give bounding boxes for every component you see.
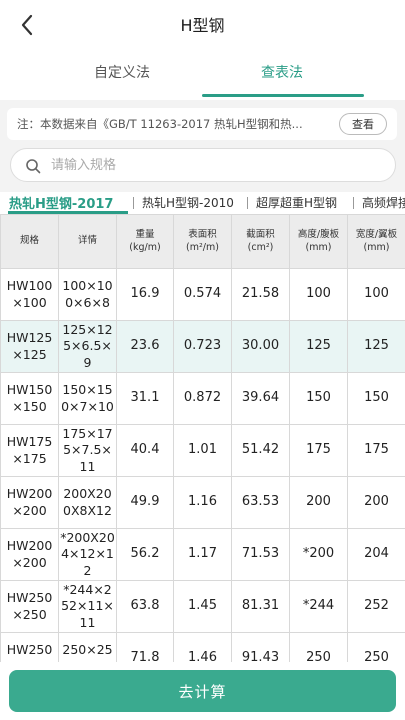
tab-divider [133, 197, 134, 209]
cell-width: 200 [347, 476, 405, 529]
cell-section: 91.43 [231, 632, 290, 662]
type-tab-2010[interactable]: 热轧H型钢-2010 [142, 194, 234, 211]
cell-section: 81.31 [231, 580, 290, 633]
cell-detail: 200X200X8X12 [58, 476, 117, 529]
cell-width: 252 [347, 580, 405, 633]
cell-height: *244 [289, 580, 348, 633]
cell-spec: HW200×200 [0, 476, 59, 529]
cell-surface: 0.723 [173, 320, 232, 373]
cell-weight: 40.4 [116, 424, 174, 477]
table-row[interactable]: HW100×100 100×100×6×8 16.9 0.574 21.58 1… [0, 268, 405, 321]
cell-spec: HW200×200 [0, 528, 59, 581]
cell-height: 150 [289, 372, 348, 425]
tab-divider [247, 197, 248, 209]
header: H型钢 [0, 0, 405, 50]
cell-detail: 125×125×6.5×9 [58, 320, 117, 373]
col-header-detail: 详情 [58, 214, 117, 269]
cell-weight: 71.8 [116, 632, 174, 662]
cell-width: 175 [347, 424, 405, 477]
spec-table-container[interactable]: 规格 详情 重量 (kg/m) 表面积 (m²/m) 截面积 (cm²) 高度/… [0, 214, 405, 662]
cell-spec: HW125×125 [0, 320, 59, 373]
cell-surface: 0.574 [173, 268, 232, 321]
search-input[interactable] [51, 149, 371, 181]
calculate-button[interactable]: 去计算 [9, 670, 396, 712]
cell-section: 51.42 [231, 424, 290, 477]
cell-weight: 49.9 [116, 476, 174, 529]
col-header-section: 截面积 (cm²) [231, 214, 290, 269]
tab-divider [353, 197, 354, 209]
cell-spec: HW150×150 [0, 372, 59, 425]
table-row[interactable]: HW200×200 *200X204×12×12 56.2 1.17 71.53… [0, 528, 405, 581]
cell-width: 150 [347, 372, 405, 425]
cell-section: 63.53 [231, 476, 290, 529]
search-bar[interactable] [10, 148, 396, 182]
cell-detail: 150×150×7×10 [58, 372, 117, 425]
cell-height: 100 [289, 268, 348, 321]
spec-table: 规格 详情 重量 (kg/m) 表面积 (m²/m) 截面积 (cm²) 高度/… [0, 214, 405, 662]
cell-detail: 100×100×6×8 [58, 268, 117, 321]
cell-height: 175 [289, 424, 348, 477]
cell-spec: HW100×100 [0, 268, 59, 321]
tab-custom[interactable]: 自定义法 [42, 62, 202, 82]
cell-detail: *244×252×11×11 [58, 580, 117, 633]
cell-section: 21.58 [231, 268, 290, 321]
cell-section: 30.00 [231, 320, 290, 373]
cell-width: 125 [347, 320, 405, 373]
table-header-row: 规格 详情 重量 (kg/m) 表面积 (m²/m) 截面积 (cm²) 高度/… [0, 214, 405, 269]
table-row[interactable]: HW250×250 *244×252×11×11 63.8 1.45 81.31… [0, 580, 405, 633]
cell-height: 125 [289, 320, 348, 373]
view-button[interactable]: 查看 [339, 113, 387, 135]
cell-detail: 175×175×7.5×11 [58, 424, 117, 477]
table-row[interactable]: HW200×200 200X200X8X12 49.9 1.16 63.53 2… [0, 476, 405, 529]
cell-width: 204 [347, 528, 405, 581]
cell-height: *200 [289, 528, 348, 581]
cell-surface: 1.01 [173, 424, 232, 477]
method-tabs: 自定义法 查表法 [0, 56, 405, 100]
cell-width: 100 [347, 268, 405, 321]
col-header-spec: 规格 [0, 214, 59, 269]
cell-detail: 250×250×9×14 [58, 632, 117, 662]
tab-active-indicator [202, 94, 364, 97]
cell-section: 39.64 [231, 372, 290, 425]
type-tabs: 热轧H型钢-2017 热轧H型钢-2010 超厚超重H型钢 高频焊接 [0, 192, 405, 214]
col-header-width: 宽度/翼板 (mm) [347, 214, 405, 269]
col-header-height: 高度/腹板 (mm) [289, 214, 348, 269]
cell-weight: 23.6 [116, 320, 174, 373]
cell-spec: HW250×250 [0, 580, 59, 633]
cell-height: 250 [289, 632, 348, 662]
cell-weight: 63.8 [116, 580, 174, 633]
cell-weight: 31.1 [116, 372, 174, 425]
cell-surface: 0.872 [173, 372, 232, 425]
type-tab-2017[interactable]: 热轧H型钢-2017 [9, 193, 113, 212]
type-tab-hf-welded[interactable]: 高频焊接 [362, 194, 405, 211]
table-row[interactable]: HW250×250 250×250×9×14 71.8 1.46 91.43 2… [0, 632, 405, 662]
search-icon [26, 159, 41, 174]
cell-width: 250 [347, 632, 405, 662]
cell-surface: 1.17 [173, 528, 232, 581]
cell-spec: HW175×175 [0, 424, 59, 477]
table-row[interactable]: HW150×150 150×150×7×10 31.1 0.872 39.64 … [0, 372, 405, 425]
cell-weight: 16.9 [116, 268, 174, 321]
col-header-surface: 表面积 (m²/m) [173, 214, 232, 269]
cell-weight: 56.2 [116, 528, 174, 581]
type-tab-extra-heavy[interactable]: 超厚超重H型钢 [256, 194, 337, 211]
cell-surface: 1.45 [173, 580, 232, 633]
col-header-weight: 重量 (kg/m) [116, 214, 174, 269]
cell-spec: HW250×250 [0, 632, 59, 662]
cell-detail: *200X204×12×12 [58, 528, 117, 581]
note-bar: 注：本数据来自《GB/T 11263-2017 热轧H型钢和热... 查看 [7, 108, 397, 140]
table-row-selected[interactable]: HW125×125 125×125×6.5×9 23.6 0.723 30.00… [0, 320, 405, 373]
tab-lookup[interactable]: 查表法 [202, 62, 362, 82]
cell-surface: 1.16 [173, 476, 232, 529]
cell-section: 71.53 [231, 528, 290, 581]
page-title: H型钢 [180, 16, 225, 35]
cell-height: 200 [289, 476, 348, 529]
cell-surface: 1.46 [173, 632, 232, 662]
table-row[interactable]: HW175×175 175×175×7.5×11 40.4 1.01 51.42… [0, 424, 405, 477]
note-text: 注：本数据来自《GB/T 11263-2017 热轧H型钢和热... [17, 117, 303, 131]
